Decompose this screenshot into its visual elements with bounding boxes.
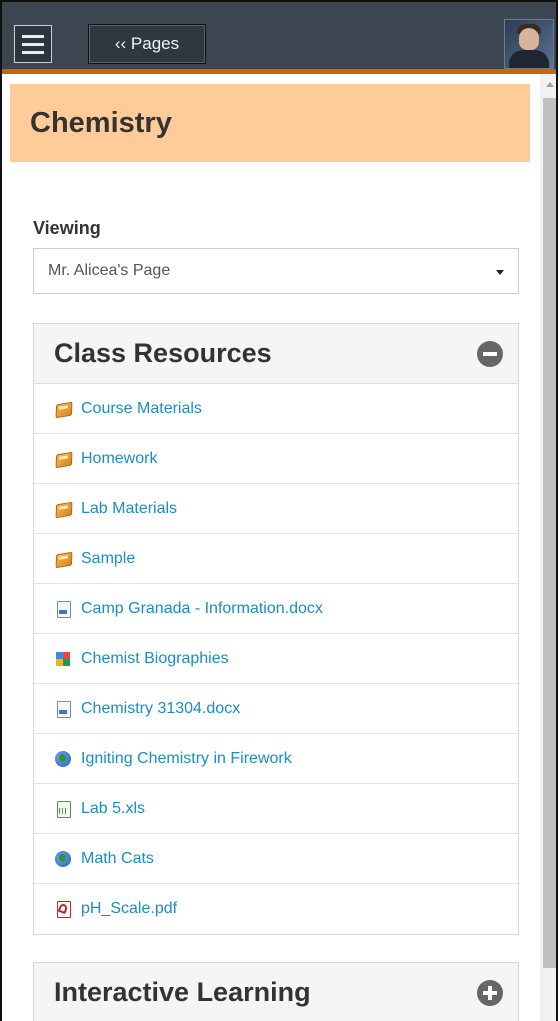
interactive-learning-title: Interactive Learning (54, 977, 311, 1007)
spreadsheet-icon (54, 800, 72, 818)
resource-list-item[interactable]: Math Cats (34, 834, 518, 884)
document-icon (54, 700, 72, 718)
resource-list-item[interactable]: Camp Granada - Information.docx (34, 584, 518, 634)
menu-bar-line (22, 34, 44, 38)
viewing-label: Viewing (33, 218, 101, 238)
resource-link[interactable]: Chemist Biographies (81, 650, 229, 668)
resource-link[interactable]: Lab 5.xls (81, 800, 145, 818)
viewing-select[interactable]: Mr. Alicea's Page (33, 248, 519, 294)
hamburger-menu-button[interactable] (14, 25, 52, 63)
globe-icon (54, 750, 72, 768)
page-title: Chemistry (30, 106, 172, 139)
page-title-band: Chemistry (10, 84, 530, 162)
menu-bar-line (22, 42, 44, 46)
pdf-icon (54, 900, 72, 918)
folder-icon (54, 400, 72, 418)
resource-list-item[interactable]: Course Materials (34, 384, 518, 434)
pages-back-button[interactable]: ‹‹ Pages (88, 24, 206, 64)
globe-icon (54, 850, 72, 868)
app-frame: ‹‹ Pages Chemistry Viewing Mr. Alicea's … (0, 0, 558, 1021)
resource-link[interactable]: Chemistry 31304.docx (81, 700, 240, 718)
folder-icon (54, 450, 72, 468)
user-avatar[interactable] (504, 19, 554, 69)
dropdown-caret-icon (496, 270, 504, 275)
class-resources-panel: Class Resources Course Materials Homework… (33, 323, 519, 935)
resource-link[interactable]: Sample (81, 550, 135, 568)
folder-icon (54, 550, 72, 568)
google-sites-icon (54, 650, 72, 668)
resource-link[interactable]: pH_Scale.pdf (81, 900, 177, 918)
viewing-selected-value: Mr. Alicea's Page (48, 262, 171, 279)
class-resources-list: Course Materials Homework Lab Materials Sam… (34, 384, 518, 934)
class-resources-title: Class Resources (54, 338, 272, 368)
interactive-learning-panel: Interactive Learning (33, 962, 519, 1021)
avatar-shirt (509, 50, 549, 68)
resource-list-item[interactable]: Lab 5.xls (34, 784, 518, 834)
scroll-up-arrow-icon[interactable] (546, 82, 554, 87)
resource-list-item[interactable]: Sample (34, 534, 518, 584)
document-icon (54, 600, 72, 618)
expand-plus-icon[interactable] (477, 980, 503, 1006)
menu-bar-line (22, 50, 44, 54)
resource-list-item[interactable]: Lab Materials (34, 484, 518, 534)
top-navigation-bar: ‹‹ Pages (2, 2, 556, 74)
class-resources-header[interactable]: Class Resources (34, 324, 518, 384)
vertical-scrollbar[interactable] (540, 74, 556, 1021)
resource-list-item[interactable]: Igniting Chemistry in Firework (34, 734, 518, 784)
resource-link[interactable]: Course Materials (81, 400, 202, 418)
resource-list-item[interactable]: Chemistry 31304.docx (34, 684, 518, 734)
resource-list-item[interactable]: Chemist Biographies (34, 634, 518, 684)
resource-list-item[interactable]: pH_Scale.pdf (34, 884, 518, 934)
folder-icon (54, 500, 72, 518)
resource-link[interactable]: Lab Materials (81, 500, 177, 518)
collapse-minus-icon[interactable] (477, 341, 503, 367)
avatar-face (519, 28, 539, 50)
resource-link[interactable]: Math Cats (81, 850, 154, 868)
resource-link[interactable]: Homework (81, 450, 157, 468)
scrollbar-thumb[interactable] (543, 98, 556, 968)
resource-link[interactable]: Igniting Chemistry in Firework (81, 750, 292, 768)
resource-list-item[interactable]: Homework (34, 434, 518, 484)
page-content: Chemistry Viewing Mr. Alicea's Page Clas… (2, 74, 530, 1021)
resource-link[interactable]: Camp Granada - Information.docx (81, 600, 323, 618)
interactive-learning-header[interactable]: Interactive Learning (34, 963, 518, 1021)
